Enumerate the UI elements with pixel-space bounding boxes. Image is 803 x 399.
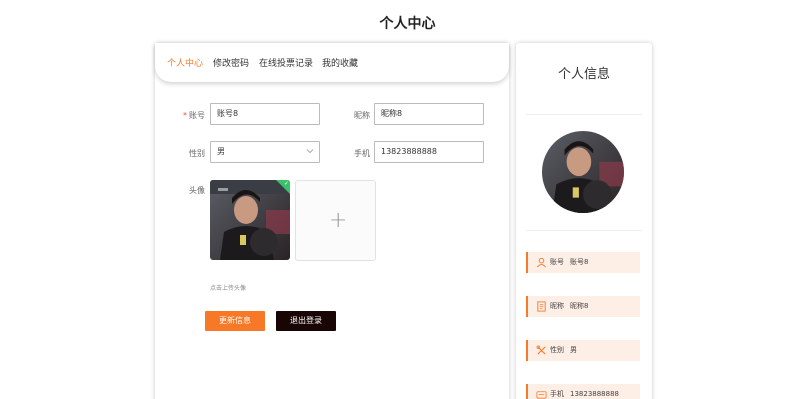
phone-icon [536, 390, 547, 399]
tools-icon [536, 345, 546, 355]
page-title: 个人中心 [379, 16, 436, 32]
account-label: * 账号 [183, 111, 205, 120]
logout-button[interactable]: 退出登录 [276, 311, 336, 331]
nickname-input[interactable]: 昵称8 [374, 103, 484, 125]
profile-row-account: 账号 账号8 [526, 252, 640, 273]
tab-vote-records[interactable]: 在线投票记录 [259, 56, 313, 69]
phone-input[interactable]: 13823888888 [374, 141, 484, 163]
tab-my-favorites[interactable]: 我的收藏 [322, 56, 358, 69]
tab-bar: 个人中心 修改密码 在线投票记录 我的收藏 [155, 43, 509, 82]
profile-info-title: 个人信息 [557, 67, 610, 82]
account-input[interactable]: 账号8 [210, 103, 320, 125]
avatar-upload-button[interactable]: + [295, 180, 376, 261]
profile-row-gender: 性别男 [526, 340, 640, 361]
profile-form-panel: 个人中心 修改密码 在线投票记录 我的收藏 * 账号 账号8 昵称 昵称8 性别 … [155, 43, 509, 399]
required-mark: * [183, 111, 187, 120]
profile-info-panel: 个人信息 账号 账号8 昵称 昵称8 性别男 手机 13823888888 [516, 43, 652, 399]
divider [526, 114, 642, 115]
gender-select[interactable]: 男 [210, 141, 320, 163]
avatar-preview[interactable]: ✓ [210, 180, 290, 260]
avatar-upload-hint: 点击上传头像 [210, 285, 247, 292]
gender-label: 性别 [189, 149, 205, 158]
phone-label: 手机 [354, 149, 370, 158]
nickname-label: 昵称 [354, 111, 370, 120]
plus-icon: + [329, 208, 348, 233]
tab-personal-center[interactable]: 个人中心 [167, 56, 203, 69]
update-info-button[interactable]: 更新信息 [205, 311, 265, 331]
user-icon [537, 257, 546, 267]
gender-select-value: 男 [217, 147, 225, 156]
avatar-photo [542, 131, 624, 213]
document-icon [537, 300, 546, 312]
tab-change-password[interactable]: 修改密码 [213, 56, 249, 69]
profile-row-nickname: 昵称 昵称8 [526, 296, 640, 317]
divider [526, 230, 642, 231]
chevron-down-icon [306, 149, 314, 154]
avatar-label: 头像 [189, 186, 205, 195]
avatar [542, 131, 624, 213]
profile-row-phone: 手机 13823888888 [526, 384, 640, 399]
check-icon: ✓ [283, 180, 289, 187]
